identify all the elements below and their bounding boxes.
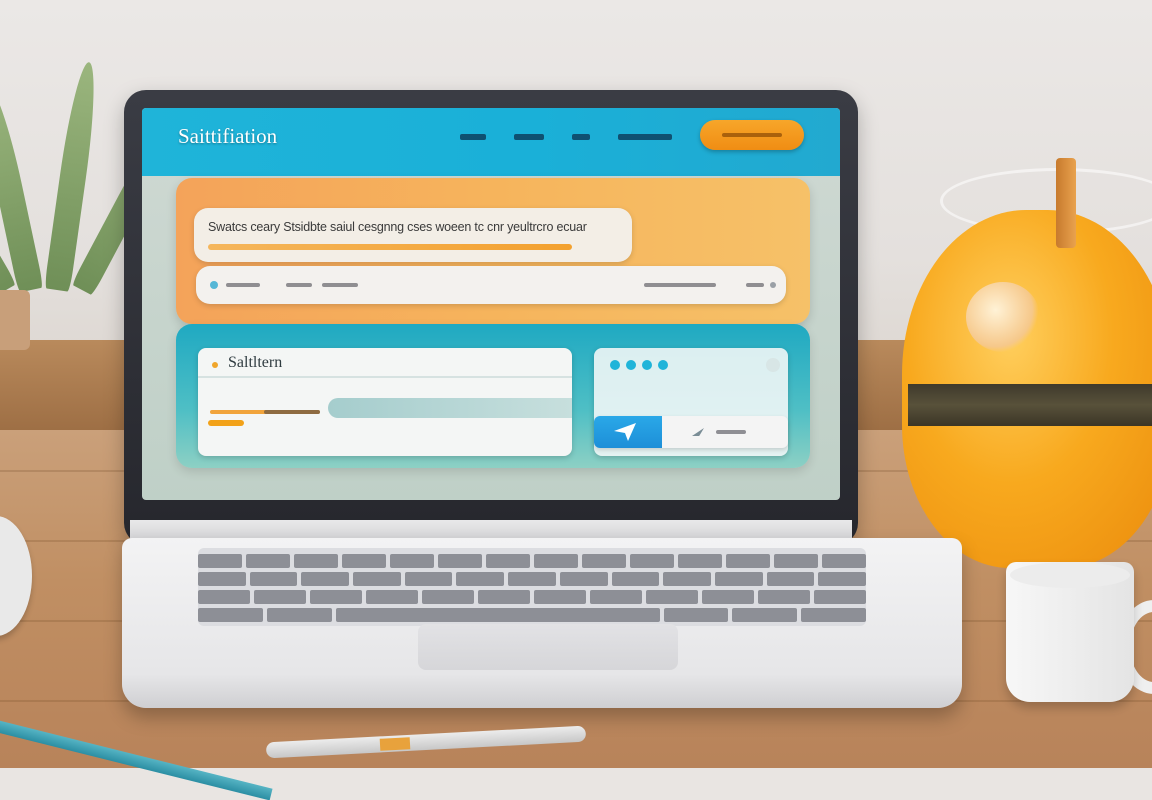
send-button[interactable]	[594, 416, 662, 448]
feature-card-title: Saltltern	[228, 354, 283, 371]
keyboard	[198, 548, 866, 626]
cup-top	[1010, 562, 1130, 588]
dot-icon	[658, 360, 668, 370]
cta-button-label	[722, 133, 782, 137]
dot-icon	[642, 360, 652, 370]
straw	[1056, 158, 1076, 248]
message-placeholder	[716, 430, 746, 434]
card-progress-bar	[328, 398, 572, 418]
hero-headline: Swatcs ceary Stsidbte saiul cesgnng cses…	[208, 220, 587, 234]
hero-section: Swatcs ceary Stsidbte saiul cesgnng cses…	[176, 178, 810, 324]
keyboard-row	[198, 572, 866, 586]
cursor-icon	[692, 428, 704, 436]
card-divider	[198, 376, 572, 378]
card-handle[interactable]	[208, 420, 244, 426]
search-placeholder	[226, 283, 260, 287]
search-placeholder	[322, 283, 358, 287]
nav-link[interactable]	[618, 134, 672, 140]
paper-plane-icon	[614, 423, 636, 441]
trackpad	[418, 624, 678, 670]
site-header: Saittifiation	[142, 108, 840, 176]
search-submit-icon[interactable]	[770, 282, 776, 288]
nav-link[interactable]	[572, 134, 590, 140]
search-bar[interactable]	[196, 266, 786, 304]
search-placeholder	[286, 283, 312, 287]
dot-icon	[610, 360, 620, 370]
bullet-icon	[212, 362, 218, 368]
plant-pot	[0, 290, 30, 350]
keyboard-row	[198, 608, 866, 622]
nav-link[interactable]	[514, 134, 544, 140]
glass-band	[908, 384, 1152, 426]
cta-button[interactable]	[700, 120, 804, 150]
keyboard-row	[198, 554, 866, 568]
hero-headline-box: Swatcs ceary Stsidbte saiul cesgnng cses…	[194, 208, 632, 262]
search-filter-text	[746, 283, 764, 287]
search-filter-text	[644, 283, 716, 287]
nav-link[interactable]	[460, 134, 486, 140]
dot-icon	[626, 360, 636, 370]
pen-band	[379, 737, 411, 751]
features-section: Saltltern	[176, 324, 810, 468]
message-card[interactable]	[594, 348, 788, 456]
keyboard-row	[198, 590, 866, 604]
card-caption	[264, 410, 320, 414]
hero-underline	[208, 244, 572, 250]
laptop-screen: Saittifiation Swatcs ceary Stsidbte saiu…	[142, 108, 840, 500]
close-icon[interactable]	[766, 358, 780, 372]
feature-card[interactable]: Saltltern	[198, 348, 572, 456]
glass-highlight	[966, 282, 1040, 352]
site-logo[interactable]: Saittifiation	[178, 124, 277, 149]
search-icon	[210, 281, 218, 289]
